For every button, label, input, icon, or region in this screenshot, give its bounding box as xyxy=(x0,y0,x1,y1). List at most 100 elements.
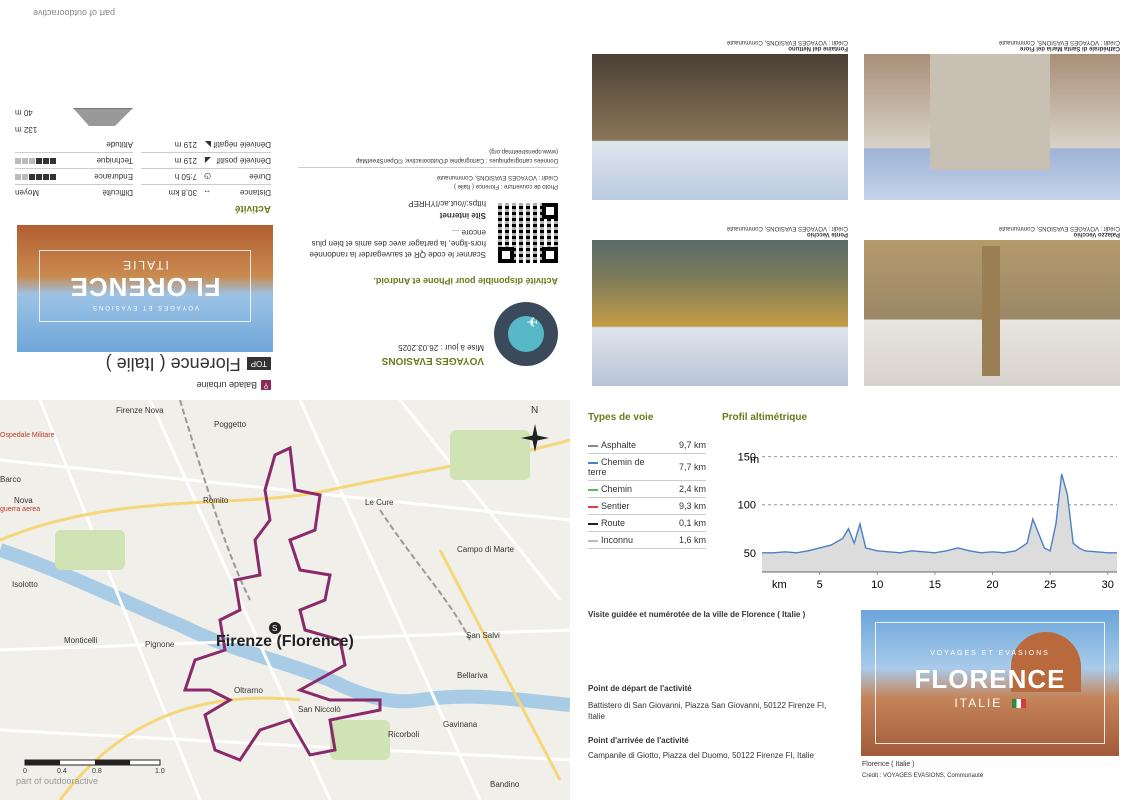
activity-category: ⚲ Balade urbaine xyxy=(196,380,271,390)
technique-dots xyxy=(15,156,57,165)
type-row: Asphalte 9,7 km xyxy=(588,437,706,454)
cover-kicker: VOYAGES ET EVASIONS xyxy=(930,650,1050,657)
end-value: Campanile di Giotto, Piazza del Duomo, 5… xyxy=(588,751,814,760)
cover-thumbnail: VOYAGES ET EVASIONS FLORENCE ITALIE xyxy=(17,225,273,352)
map-label-bandino: Bandino xyxy=(490,780,520,789)
profile-area xyxy=(762,473,1117,572)
type-swatch xyxy=(588,461,598,464)
map-label-ospedale-militare: Ospedale Militare xyxy=(0,432,55,439)
type-swatch xyxy=(588,444,598,447)
type-name: Sentier xyxy=(588,497,663,515)
rating-dot xyxy=(36,158,42,164)
route-map[interactable]: S N Firenze (Florence) Firenze Nova Pogg… xyxy=(0,400,570,800)
scale-label-10: 1.0 xyxy=(155,768,165,775)
scale-bar xyxy=(24,759,161,766)
rating-dot xyxy=(29,158,35,164)
cover-caption: Florence ( Italie ) xyxy=(862,761,915,768)
italy-flag-icon xyxy=(1011,699,1026,709)
cover-thumb-title: FLORENCE xyxy=(69,272,221,302)
cover-credit: Photo de couverture : Florence ( Italie … xyxy=(298,167,558,190)
photo-ponte-vecchio xyxy=(592,240,848,386)
scale-label-08: 0.8 xyxy=(92,768,102,775)
x-tick-label: 10 xyxy=(871,579,883,591)
x-tick-label: 5 xyxy=(817,579,823,591)
x-tick-label: 30 xyxy=(1102,579,1114,591)
x-tick-label: 25 xyxy=(1044,579,1056,591)
map-label-pignone: Pignone xyxy=(145,640,175,649)
x-tick-label: 15 xyxy=(929,579,941,591)
y-tick-label: 50 xyxy=(744,548,756,560)
type-value: 9,3 km xyxy=(663,497,706,515)
stat-duration: Durée ◷ 7:50 h xyxy=(141,168,271,184)
rating-dot xyxy=(15,158,21,164)
endurance-dots xyxy=(15,172,57,181)
rating-dot xyxy=(22,158,28,164)
rating-dot xyxy=(22,174,28,180)
cover-thumb-subtitle: ITALIE xyxy=(121,258,169,272)
scale-label-04: 0.4 xyxy=(57,768,67,775)
walk-icon: ⚲ xyxy=(261,380,271,390)
type-value: 7,7 km xyxy=(663,453,706,481)
map-label-bellariva: Bellariva xyxy=(457,671,488,680)
svg-text:S: S xyxy=(272,624,277,633)
arrows-icon: ↔ xyxy=(203,188,211,197)
description-panel: Visite guidée et numérotée de la ville d… xyxy=(588,610,848,770)
rating-dot xyxy=(50,174,56,180)
type-value: 9,7 km xyxy=(663,437,706,454)
cover-thumb-kicker: VOYAGES ET EVASIONS xyxy=(90,304,200,310)
map-label-san-niccolo: San Niccolò xyxy=(298,705,341,714)
cover-image: VOYAGES ET EVASIONS FLORENCE ITALIE xyxy=(861,610,1119,756)
photo-caption-palazzo: Palazzo Vecchio Crédit : VOYAGES EVASION… xyxy=(998,225,1120,237)
type-row: Route 0,1 km xyxy=(588,514,706,532)
brand-name: VOYAGES EVASIONS xyxy=(381,355,484,366)
y-axis-label: m xyxy=(750,454,759,466)
rating-altitude: Altitude 132 m 40 m xyxy=(15,108,133,149)
qr-instructions: Scanner le code QR et sauvegarder la ran… xyxy=(309,228,486,259)
rating-dot xyxy=(43,158,49,164)
type-name: Chemin de terre xyxy=(588,453,663,481)
clock-icon: ◷ xyxy=(204,172,211,181)
profile-title: Profil altimétrique xyxy=(722,412,808,423)
type-name: Inconnu xyxy=(588,531,663,549)
altitude-max: 132 m xyxy=(15,125,38,134)
map-label-le-cure: Le Cure xyxy=(365,498,394,507)
north-label: N xyxy=(531,405,539,416)
outdooractive-footer: part of outdooractive xyxy=(32,8,115,18)
type-value: 0,1 km xyxy=(663,514,706,532)
elevation-profile: Profil altimétrique 50 100 150 5 10 15 20 25 30 m… xyxy=(722,412,1122,597)
type-swatch xyxy=(588,539,598,542)
type-name: Asphalte xyxy=(588,437,663,454)
rating-dot xyxy=(15,174,21,180)
map-label-barco: Barco xyxy=(0,475,21,484)
type-row: Inconnu 1,6 km xyxy=(588,531,706,549)
x-axis-label: km xyxy=(772,579,787,591)
rating-difficulty: Difficulté Moyen xyxy=(15,184,133,200)
photo-caption-ponte: Ponte Vecchio Crédit : VOYAGES EVASIONS,… xyxy=(726,225,848,237)
map-label-nova: Nova xyxy=(14,496,33,505)
photo-grid: Palazzo Vecchio Crédit : VOYAGES EVASION… xyxy=(578,0,1140,398)
type-value: 2,4 km xyxy=(663,480,706,498)
map-label-guerra-aerea: guerra aerea xyxy=(0,506,41,513)
map-label-oltrarno: Oltrarno xyxy=(234,686,263,695)
altitude-mini-chart xyxy=(73,108,133,126)
site-url[interactable]: https://out.ac/IYHREP xyxy=(408,199,486,208)
map-watermark: part of outdooractive xyxy=(16,776,99,786)
photo-caption-fontaine: Fontaine del Nettuno Crédit : VOYAGES EV… xyxy=(726,39,848,51)
y-tick-label: 100 xyxy=(738,500,756,512)
type-row: Chemin 2,4 km xyxy=(588,480,706,498)
x-tick-label: 20 xyxy=(986,579,998,591)
map-label-gavinana: Gavinana xyxy=(443,720,478,729)
map-svg: S xyxy=(0,400,570,800)
photo-caption-cathedral: Cathédrale di Santa Maria del Fiore Créd… xyxy=(998,39,1120,51)
map-label-poggetto: Poggetto xyxy=(214,420,247,429)
type-name: Route xyxy=(588,514,663,532)
end-label: Point d'arrivée de l'activité xyxy=(588,736,689,745)
rating-dot xyxy=(29,174,35,180)
activity-panel: ⚲ Balade urbaine TOP Florence ( Italie )… xyxy=(0,0,285,398)
qr-code xyxy=(498,203,558,263)
photo-palazzo-vecchio xyxy=(864,240,1120,386)
activity-section-label: Activité xyxy=(234,203,271,214)
type-row: Sentier 9,3 km xyxy=(588,497,706,515)
brand-updated: Mise à jour : 26.03.2025 xyxy=(398,343,484,352)
brand-panel: ✈ VOYAGES EVASIONS Mise à jour : 26.03.2… xyxy=(285,0,570,398)
